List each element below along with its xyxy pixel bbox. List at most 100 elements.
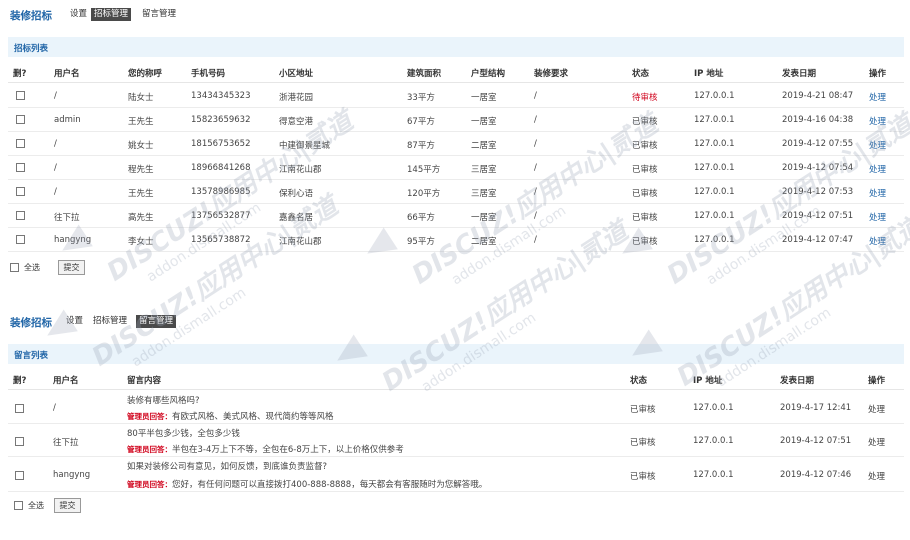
- action-link[interactable]: 处理: [868, 403, 885, 415]
- date-cell: 2019-4-12 07:51: [780, 436, 852, 446]
- date-cell: 2019-4-12 07:51: [782, 211, 854, 221]
- requirement-cell: /: [534, 211, 537, 221]
- ip-cell: 127.0.0.1: [694, 235, 735, 245]
- area-cell: 33平方: [407, 93, 435, 103]
- row-checkbox[interactable]: [16, 211, 25, 220]
- address-cell: 保利心语: [279, 189, 314, 199]
- action-link[interactable]: 处理: [869, 187, 886, 199]
- nav-message-manage[interactable]: 留言管理: [139, 8, 179, 21]
- phone-cell: 18156753652: [191, 139, 251, 149]
- select-all-checkbox[interactable]: [14, 501, 23, 510]
- row-checkbox[interactable]: [16, 139, 25, 148]
- admin-reply: 管理员回答：有欧式风格、美式风格、现代简约等等风格: [127, 410, 334, 422]
- area-cell: 95平方: [407, 237, 435, 247]
- submit-button[interactable]: 提交: [54, 498, 81, 513]
- col-name: 您的称呼: [128, 69, 163, 79]
- row-checkbox[interactable]: [16, 115, 25, 124]
- area-cell: 67平方: [407, 117, 435, 127]
- list-title: 留言列表: [14, 351, 49, 361]
- col-phone: 手机号码: [191, 69, 226, 79]
- table-row: admin 王先生 15823659632 得意空港 67平方 一居室 / 已审核 127.0.…: [8, 108, 904, 132]
- row-checkbox[interactable]: [15, 471, 24, 480]
- table-row: 往下拉 高先生 13756532877 嘉鑫名居 66平方 一居室 / 已审核 127.0.0.…: [8, 204, 904, 228]
- action-link[interactable]: 处理: [869, 115, 886, 127]
- message-content: 80平半包多少钱，全包多少钱: [127, 429, 240, 439]
- status-cell: 已审核: [632, 117, 658, 127]
- select-all-label: 全选: [28, 501, 44, 510]
- username-cell: admin: [54, 115, 81, 125]
- message-content: 装修有哪些风格吗?: [127, 396, 200, 406]
- row-checkbox[interactable]: [15, 437, 24, 446]
- nav-bid-manage[interactable]: 招标管理: [91, 8, 132, 21]
- admin-reply-text: 有欧式风格、美式风格、现代简约等等风格: [172, 412, 334, 422]
- address-cell: 嘉鑫名居: [279, 213, 314, 223]
- status-cell: 已审核: [632, 165, 658, 175]
- status-cell: 已审核: [632, 141, 658, 151]
- col-address: 小区地址: [279, 69, 314, 79]
- table-row: / 装修有哪些风格吗? 管理员回答：有欧式风格、美式风格、现代简约等等风格 已审核 12…: [8, 391, 904, 424]
- name-cell: 程先生: [128, 165, 154, 175]
- list-title-bar: 留言列表: [8, 344, 904, 364]
- col-layout: 户型结构: [471, 69, 506, 79]
- layout-cell: 一居室: [471, 213, 497, 223]
- col-requirement: 装修要求: [534, 69, 569, 79]
- name-cell: 高先生: [128, 213, 154, 223]
- ip-cell: 127.0.0.1: [694, 211, 735, 221]
- status-cell: 已审核: [632, 213, 658, 223]
- layout-cell: 一居室: [471, 93, 497, 103]
- phone-cell: 13565738872: [191, 235, 251, 245]
- username-cell: 往下拉: [53, 438, 79, 448]
- table-row: / 陆女士 13434345323 浙港花园 33平方 一居室 / 待审核 127.0.0.1 2…: [8, 84, 904, 108]
- table-row: 往下拉 80平半包多少钱，全包多少钱管理员回答：半包在3-4万上下不等，全包在6-…: [8, 424, 904, 457]
- message-content: 如果对装修公司有意见，如何反馈，到底谁负责监督?: [127, 462, 328, 472]
- admin-reply-label: 管理员回答：: [127, 445, 172, 454]
- message-section: 装修招标 设置 招标管理 留言管理 留言列表 删? 用户名 留言内容 状态 IP…: [0, 307, 910, 513]
- col-username: 用户名: [54, 69, 80, 79]
- nav-message-manage[interactable]: 留言管理: [136, 315, 177, 328]
- status-cell: 已审核: [632, 189, 658, 199]
- username-cell: /: [54, 187, 57, 197]
- date-cell: 2019-4-21 08:47: [782, 91, 854, 101]
- ip-cell: 127.0.0.1: [693, 470, 734, 480]
- requirement-cell: /: [534, 115, 537, 125]
- layout-cell: 三居室: [471, 189, 497, 199]
- phone-cell: 15823659632: [191, 115, 251, 125]
- username-cell: /: [54, 91, 57, 101]
- ip-cell: 127.0.0.1: [693, 403, 734, 413]
- row-checkbox[interactable]: [15, 404, 24, 413]
- ip-cell: 127.0.0.1: [693, 436, 734, 446]
- submit-button[interactable]: 提交: [58, 260, 85, 275]
- select-all-checkbox[interactable]: [10, 263, 19, 272]
- row-checkbox[interactable]: [16, 187, 25, 196]
- action-link[interactable]: 处理: [869, 139, 886, 151]
- action-link[interactable]: 处理: [869, 211, 886, 223]
- table-row: / 王先生 13578986985 保利心语 120平方 三居室 / 已审核 127.0.0.1…: [8, 180, 904, 204]
- status-cell: 已审核: [630, 438, 656, 448]
- area-cell: 120平方: [407, 189, 441, 199]
- ip-cell: 127.0.0.1: [694, 115, 735, 125]
- action-link[interactable]: 处理: [868, 470, 885, 482]
- nav-settings[interactable]: 设置: [67, 8, 90, 21]
- nav-bid-manage[interactable]: 招标管理: [90, 315, 130, 328]
- layout-cell: 一居室: [471, 117, 497, 127]
- requirement-cell: /: [534, 91, 537, 101]
- name-cell: 姚女士: [128, 141, 154, 151]
- col-date: 发表日期: [780, 376, 815, 386]
- layout-cell: 二居室: [471, 237, 497, 247]
- col-action: 操作: [868, 376, 886, 386]
- action-link[interactable]: 处理: [869, 163, 886, 175]
- date-cell: 2019-4-17 12:41: [780, 403, 852, 413]
- action-link[interactable]: 处理: [869, 235, 886, 247]
- table-row: hangyng 李女士 13565738872 江南花山郡 95平方 二居室 / 已审核 127…: [8, 228, 904, 252]
- row-checkbox[interactable]: [16, 163, 25, 172]
- row-checkbox[interactable]: [16, 91, 25, 100]
- admin-reply: 管理员回答：半包在3-4万上下不等，全包在6-8万上下，以上价格仅供参考: [127, 443, 404, 455]
- brand-title: 装修招标: [10, 10, 52, 22]
- row-checkbox[interactable]: [16, 235, 25, 244]
- col-delete: 删?: [13, 376, 27, 386]
- date-cell: 2019-4-12 07:46: [780, 470, 852, 480]
- action-link[interactable]: 处理: [868, 436, 885, 448]
- action-link[interactable]: 处理: [869, 91, 886, 103]
- area-cell: 145平方: [407, 165, 441, 175]
- username-cell: hangyng: [53, 470, 91, 480]
